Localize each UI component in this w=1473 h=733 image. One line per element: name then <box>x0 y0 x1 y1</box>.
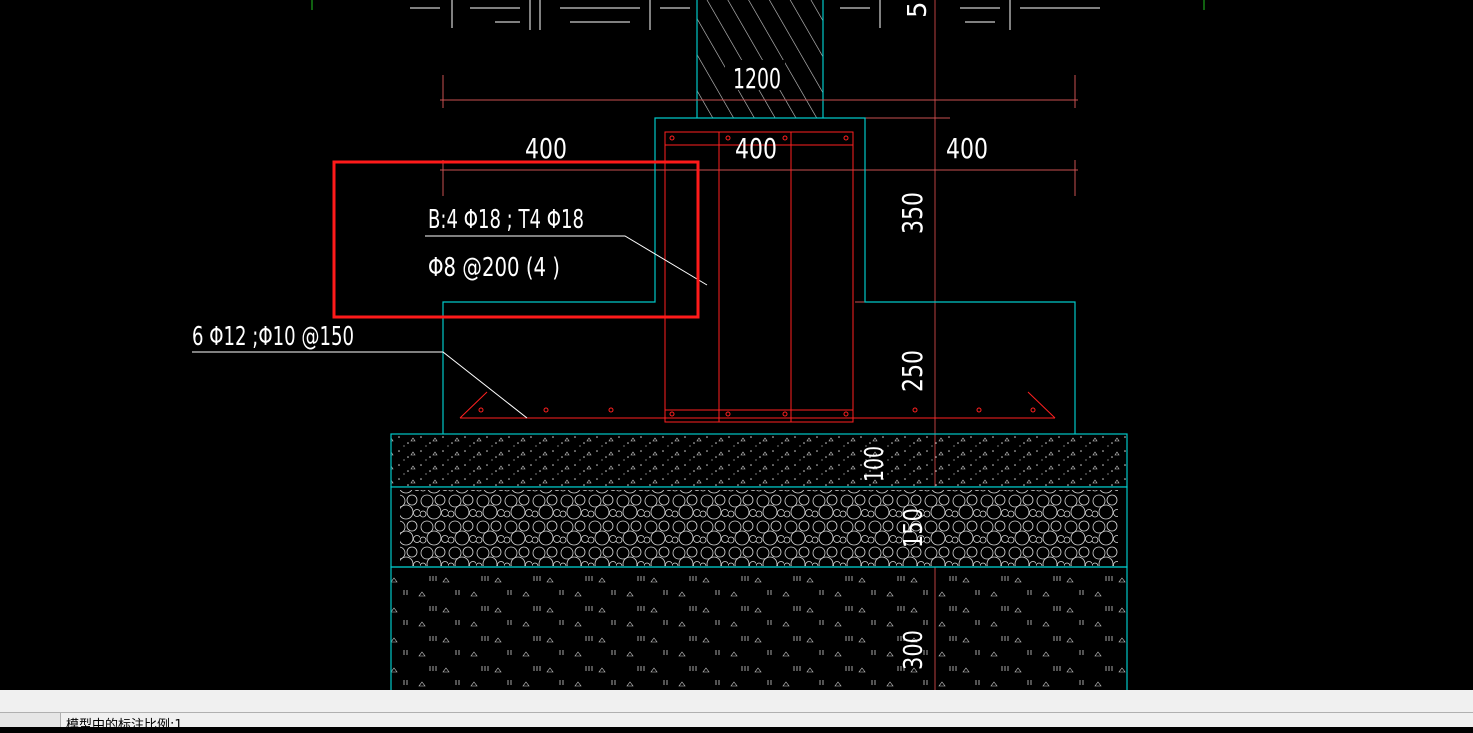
soil-layer <box>390 566 1128 690</box>
highlight-box <box>332 160 700 319</box>
status-cell <box>0 713 61 727</box>
status-area: 模型中的标注比例:1 <box>0 690 1473 733</box>
annotation-beam-rebar: B:4 Φ18 ; T4 Φ18 <box>428 205 584 235</box>
dim-soil: 300 <box>899 630 929 670</box>
dim-middle-step: 400 <box>735 132 777 165</box>
dim-top-height: 350 <box>896 192 929 234</box>
dim-left-step: 400 <box>525 132 567 165</box>
dim-gravel: 150 <box>899 508 929 548</box>
dim-column-width: 1200 <box>733 62 781 95</box>
cad-drawing-canvas[interactable]: 1200 400 400 400 350 250 100 150 300 5 B… <box>0 0 1473 690</box>
cushion-layer <box>390 433 1128 488</box>
annotation-slab-rebar: 6 Φ12 ;Φ10 @150 <box>192 322 354 352</box>
dim-right-step: 400 <box>946 132 988 165</box>
dim-cushion: 100 <box>860 446 890 482</box>
dim-top-cut: 5 <box>903 1 933 18</box>
gravel-layer <box>390 486 1128 568</box>
status-separator <box>0 712 1473 713</box>
status-bar-text: 模型中的标注比例:1 <box>66 718 183 733</box>
dim-bottom-height: 250 <box>896 350 929 392</box>
annotation-stirrups: Φ8 @200 (4 ) <box>428 253 560 283</box>
